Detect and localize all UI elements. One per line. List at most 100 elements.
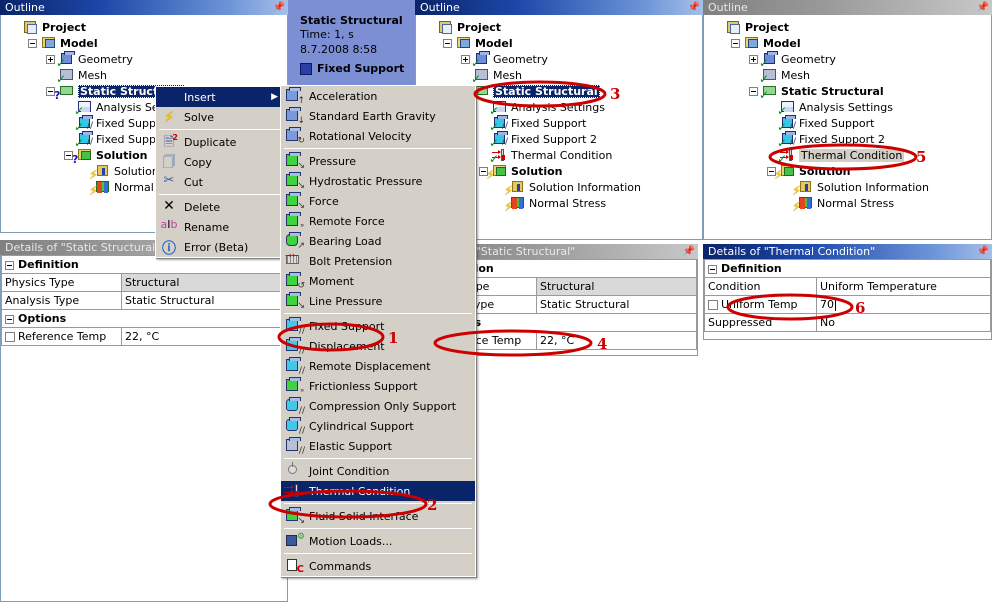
tree-node[interactable]: ✓ Mesh <box>420 67 700 86</box>
menu-item-joint-condition[interactable]: Joint Condition <box>281 461 475 481</box>
menu-item-label: Standard Earth Gravity <box>309 109 436 123</box>
details-row-value[interactable]: Structural <box>121 273 287 292</box>
pin-icon[interactable]: 📌 <box>683 246 695 257</box>
tree-expander[interactable] <box>726 38 744 48</box>
menu-item-solve[interactable]: ⚡ Solve <box>156 107 284 127</box>
menu-item-thermal-condition[interactable]: Thermal Condition <box>281 481 475 501</box>
pin-icon[interactable]: 📌 <box>977 2 989 13</box>
menu-item-cylindrical-support[interactable]: // Cylindrical Support <box>281 416 475 436</box>
details-row[interactable]: Suppressed No <box>704 313 991 332</box>
graphics-pane[interactable]: Static Structural Time: 1, s 8.7.2008 8:… <box>288 0 418 90</box>
menu-item-force[interactable]: ↘ Force <box>281 191 475 211</box>
tree-node[interactable]: ✓ Geometry <box>5 51 285 69</box>
collapse-icon[interactable] <box>708 264 717 274</box>
tree-node[interactable]: ✓ Mesh <box>708 67 989 86</box>
details-row-value[interactable]: Static Structural <box>121 291 287 310</box>
tree-expander[interactable] <box>23 38 41 48</box>
tree-node[interactable]: ✓ Thermal Condition <box>708 147 989 165</box>
tree-node[interactable]: //✓ Fixed Support 2 <box>708 131 989 149</box>
tree-expander[interactable] <box>438 38 456 48</box>
details-row-value[interactable]: Structural <box>536 277 697 296</box>
details-group-header[interactable]: Options <box>1 309 287 328</box>
menu-separator <box>284 313 472 314</box>
menu-item-bolt-pretension[interactable]: →← Bolt Pretension <box>281 251 475 271</box>
tree-node[interactable]: Model <box>5 35 285 51</box>
details-row[interactable]: Reference Temp 22, °C <box>1 327 287 346</box>
menu-item-pressure[interactable]: ↘ Pressure <box>281 151 475 171</box>
details-group-header[interactable]: Definition <box>1 255 287 274</box>
fixed-support-icon: //✓ <box>74 115 93 133</box>
menu-item-duplicate[interactable]: 🗎 2 Duplicate <box>156 132 284 152</box>
tree-node[interactable]: Project <box>420 19 700 35</box>
menu-item-standard-earth-gravity[interactable]: ↓ Standard Earth Gravity <box>281 106 475 126</box>
details-group-header[interactable]: Definition <box>704 259 991 278</box>
mid-outline-titlebar[interactable]: Outline 📌 <box>415 0 703 15</box>
pin-icon[interactable]: 📌 <box>977 246 989 257</box>
menu-item-displacement[interactable]: // Displacement <box>281 336 475 356</box>
tree-node[interactable]: ✓ Mesh <box>5 67 285 86</box>
menu-item-delete[interactable]: ✕ Delete <box>156 197 284 217</box>
tree-node[interactable]: Project <box>5 19 285 35</box>
menu-item-bearing-load[interactable]: ↗ Bearing Load <box>281 231 475 251</box>
tree-node[interactable]: Model <box>708 35 989 51</box>
menu-item-label: Acceleration <box>309 89 378 103</box>
menu-item-cut[interactable]: ✂ Cut <box>156 172 284 192</box>
details-row[interactable]: Analysis TypeStatic Structural <box>1 291 287 310</box>
checkbox[interactable] <box>708 300 718 310</box>
details-row-value[interactable]: 22, °C <box>121 327 287 346</box>
collapse-icon[interactable] <box>5 260 14 270</box>
tree-node[interactable]: Model <box>420 35 700 51</box>
menu-item-rotational-velocity[interactable]: ↻ Rotational Velocity <box>281 126 475 146</box>
pin-icon[interactable]: 📌 <box>688 2 700 13</box>
insert-submenu[interactable]: ↑ Acceleration ↓ Standard Earth Gravity ↻ Rot… <box>280 85 476 577</box>
details-row-value[interactable]: 70 <box>816 295 991 314</box>
menu-item-rename[interactable]: aIb Rename <box>156 217 284 237</box>
right-outline-titlebar[interactable]: Outline 📌 <box>703 0 992 15</box>
details-row[interactable]: Condition Uniform Temperature <box>704 277 991 296</box>
tree-node[interactable]: ✓ Static Structural <box>708 83 989 101</box>
right-details-grid[interactable]: Definition Condition Uniform Temperature Un… <box>703 259 992 340</box>
menu-item-insert[interactable]: Insert ▶ <box>156 87 284 107</box>
menu-item-line-pressure[interactable]: ↘ Line Pressure <box>281 291 475 311</box>
project-icon <box>23 20 39 34</box>
menu-item-copy[interactable]: 🗍 Copy <box>156 152 284 172</box>
menu-item-motion-loads[interactable]: ⚙ Motion Loads... <box>281 531 475 551</box>
pin-icon[interactable]: 📌 <box>273 2 285 13</box>
menu-item-compression-only-support[interactable]: // Compression Only Support <box>281 396 475 416</box>
menu-item-fixed-support[interactable]: // Fixed Support <box>281 316 475 336</box>
checkbox[interactable] <box>5 332 15 342</box>
menu-item-hydrostatic-pressure[interactable]: ↘ Hydrostatic Pressure <box>281 171 475 191</box>
details-row-value[interactable]: No <box>816 313 991 332</box>
details-row-value[interactable]: Uniform Temperature <box>816 277 991 296</box>
tree-node[interactable]: ⚡ Solution <box>708 163 989 182</box>
tree-node[interactable]: Project <box>708 19 989 35</box>
menu-item-moment[interactable]: ↺ Moment <box>281 271 475 291</box>
tree-node-label: Solution <box>96 148 148 162</box>
details-row-value[interactable]: Static Structural <box>536 295 697 314</box>
tree-node[interactable]: ✓ Geometry <box>420 51 700 69</box>
tree-node[interactable]: ✓ Analysis Settings <box>708 99 989 118</box>
details-row[interactable]: Physics TypeStructural <box>1 273 287 292</box>
details-row-value[interactable]: 22, °C <box>536 331 697 350</box>
tree-node[interactable]: ⚡Solution Information <box>708 179 989 199</box>
left-outline-titlebar[interactable]: Outline 📌 <box>0 0 288 15</box>
right-outline-tree[interactable]: Project Model ✓ Geometry ✓ Mesh ✓ Static Struct… <box>703 15 992 240</box>
tree-node-label: Solution <box>511 164 563 178</box>
collapse-icon[interactable] <box>5 314 14 324</box>
menu-item-frictionless-support[interactable]: ∘ Frictionless Support <box>281 376 475 396</box>
tree-node[interactable]: ✓ Geometry <box>708 51 989 69</box>
solution-icon: ⚡ <box>774 164 796 182</box>
menu-item-commands[interactable]: C Commands <box>281 556 475 576</box>
right-details-titlebar[interactable]: Details of "Thermal Condition" 📌 <box>703 244 992 259</box>
menu-item-error-beta[interactable]: ⓘ Error (Beta) <box>156 237 284 258</box>
tree-node[interactable]: ⚡ Normal Stress <box>708 195 989 215</box>
details-row[interactable]: Uniform Temp 70 <box>704 295 991 314</box>
menu-item-acceleration[interactable]: ↑ Acceleration <box>281 86 475 106</box>
menu-item-elastic-support[interactable]: // Elastic Support <box>281 436 475 456</box>
left-details-grid[interactable]: Definition Physics Type Structural Analysis… <box>0 255 288 602</box>
context-menu[interactable]: Insert ▶ ⚡ Solve 🗎 2 Duplicate 🗍 Copy ✂ Cut ✕ Delete… <box>155 86 285 258</box>
menu-item-remote-force[interactable]: ∘ Remote Force <box>281 211 475 231</box>
menu-item-fluid-solid-interface[interactable]: ↘ Fluid Solid Interface <box>281 506 475 526</box>
tree-node[interactable]: //✓ Fixed Support <box>708 115 989 133</box>
menu-item-remote-displacement[interactable]: // Remote Displacement <box>281 356 475 376</box>
